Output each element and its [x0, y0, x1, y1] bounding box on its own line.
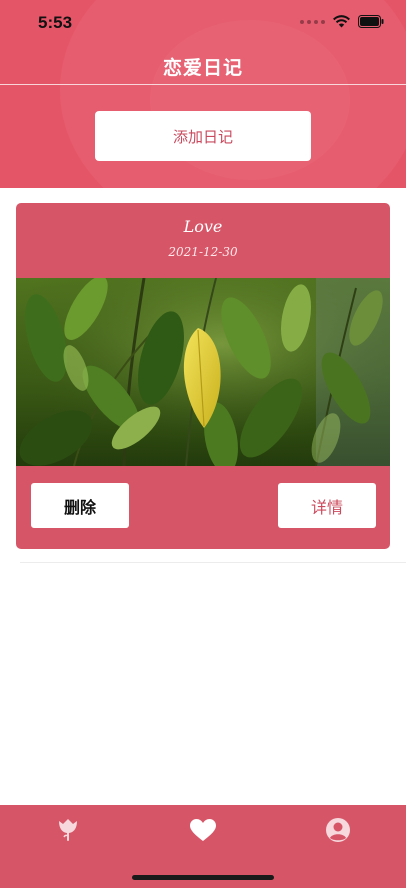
home-indicator [132, 875, 274, 880]
battery-icon [358, 15, 384, 28]
add-diary-button[interactable]: 添加日记 [95, 111, 311, 161]
heart-icon [190, 818, 216, 841]
diary-card[interactable]: Love 2021-12-30 删除 详情 [16, 203, 390, 549]
delete-button[interactable]: 删除 [31, 483, 129, 528]
nav-divider [0, 84, 406, 85]
tab-heart[interactable] [188, 815, 218, 845]
header-banner: 5:53 恋爱日记 添加日记 [0, 0, 406, 188]
status-bar: 5:53 [0, 0, 406, 44]
green-leaves-photo [16, 278, 390, 466]
user-icon [326, 818, 350, 842]
app-screen: 5:53 恋爱日记 添加日记 Love 2021-12-30 删除 详情 [0, 0, 406, 888]
rose-icon [59, 819, 77, 841]
cellular-signal-icon [300, 19, 325, 24]
list-divider [20, 562, 406, 563]
tab-user[interactable] [323, 815, 353, 845]
diary-date: 2021-12-30 [168, 245, 238, 259]
page-title: 恋爱日记 [162, 57, 243, 79]
diary-title: Love [183, 217, 223, 236]
diary-photo[interactable] [16, 278, 390, 466]
tab-rose[interactable] [53, 815, 83, 845]
wifi-icon [333, 15, 350, 28]
detail-button[interactable]: 详情 [278, 483, 376, 528]
status-icons [300, 15, 384, 28]
status-time: 5:53 [38, 13, 73, 32]
